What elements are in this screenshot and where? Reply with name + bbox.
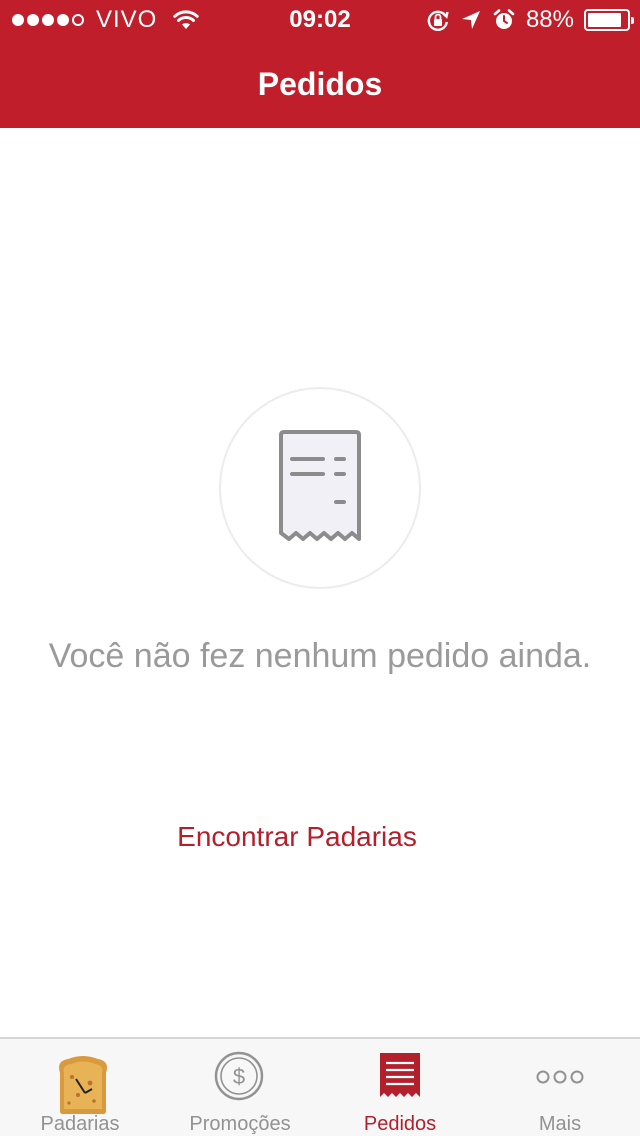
signal-dot [57, 14, 69, 26]
tab-bar: Padarias $ Promoções Pedidos Mais [0, 1037, 640, 1136]
svg-text:$: $ [233, 1064, 245, 1089]
signal-dot-empty [72, 14, 84, 26]
location-arrow-icon [461, 11, 480, 29]
tab-label: Pedidos [363, 1113, 437, 1135]
signal-dot [12, 14, 24, 26]
tab-label: Mais [538, 1113, 582, 1135]
battery-icon [584, 9, 634, 31]
battery-percent: 88% [525, 6, 574, 33]
receipt-icon [279, 430, 361, 541]
signal-dot [27, 14, 39, 26]
receipt-icon [380, 1053, 420, 1097]
tab-promocoes[interactable]: $ Promoções [160, 1039, 320, 1138]
tab-pedidos[interactable]: Pedidos [320, 1039, 480, 1138]
rotation-lock-icon [427, 10, 449, 31]
tab-label: Promoções [189, 1113, 291, 1135]
tab-label: Padarias [40, 1113, 120, 1135]
carrier-name: VIVO [96, 6, 158, 33]
find-bakeries-button[interactable]: Encontrar Padarias [0, 819, 594, 855]
header: VIVO 09:02 88% Pedidos [0, 0, 640, 128]
status-left: VIVO [12, 6, 200, 33]
dollar-coin-icon: $ [214, 1051, 264, 1101]
empty-state-message: Você não fez nenhum pedido ainda. [48, 637, 592, 675]
signal-dot [42, 14, 54, 26]
tab-padarias[interactable]: Padarias [0, 1039, 160, 1138]
tab-mais[interactable]: Mais [480, 1039, 640, 1138]
status-bar: VIVO 09:02 88% [0, 0, 640, 40]
signal-strength-icon [12, 14, 84, 26]
bread-icon [59, 1056, 107, 1114]
battery-fill [588, 13, 622, 27]
alarm-icon [493, 9, 515, 29]
status-right: 88% [426, 6, 634, 33]
page-title: Pedidos [257, 66, 383, 102]
wifi-icon [173, 10, 200, 29]
more-icon [536, 1070, 584, 1084]
